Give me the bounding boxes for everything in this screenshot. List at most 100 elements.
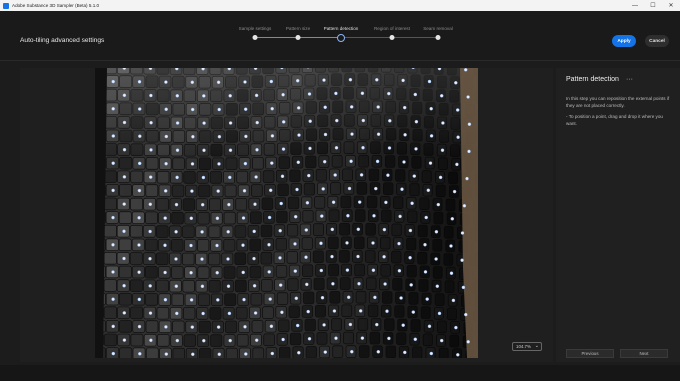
detection-point[interactable] (305, 201, 310, 205)
step-dot-seam-removal[interactable] (435, 35, 441, 40)
detection-point[interactable] (387, 91, 391, 96)
detection-point[interactable] (413, 92, 418, 97)
detection-point[interactable] (216, 189, 220, 193)
detection-point[interactable] (217, 107, 221, 112)
detection-point[interactable] (371, 241, 375, 245)
detection-point[interactable] (456, 353, 460, 357)
detection-point[interactable] (401, 78, 405, 83)
detection-point[interactable] (226, 230, 230, 234)
detection-point[interactable] (412, 174, 417, 178)
detection-point[interactable] (164, 134, 169, 139)
detection-point[interactable] (270, 134, 275, 138)
detection-point[interactable] (360, 91, 365, 96)
detection-point[interactable] (350, 132, 354, 136)
detection-point[interactable] (304, 255, 308, 259)
detection-point[interactable] (449, 244, 453, 248)
detection-point[interactable] (463, 68, 468, 72)
detection-point[interactable] (191, 352, 195, 357)
detection-point[interactable] (137, 216, 141, 220)
detection-point[interactable] (345, 268, 350, 272)
detection-point[interactable] (137, 80, 142, 84)
detection-point[interactable] (201, 175, 206, 180)
detection-point[interactable] (462, 204, 467, 208)
detection-point[interactable] (435, 284, 440, 288)
detection-point[interactable] (293, 269, 298, 273)
detection-point[interactable] (361, 145, 365, 150)
detection-point[interactable] (148, 175, 153, 179)
detection-point[interactable] (305, 282, 309, 287)
detection-point[interactable] (330, 254, 334, 259)
detection-point[interactable] (414, 119, 419, 124)
detection-point[interactable] (217, 134, 222, 139)
close-icon[interactable]: ✕ (662, 0, 680, 11)
detection-point[interactable] (454, 81, 458, 85)
detection-point[interactable] (345, 241, 349, 245)
detection-point[interactable] (335, 118, 339, 123)
detection-point[interactable] (414, 147, 418, 151)
detection-point[interactable] (243, 325, 247, 329)
detection-point[interactable] (322, 159, 327, 164)
detection-point[interactable] (137, 188, 142, 193)
detection-point[interactable] (216, 325, 221, 329)
detection-point[interactable] (148, 256, 152, 261)
detection-point[interactable] (323, 105, 327, 110)
detection-point[interactable] (424, 215, 428, 220)
detection-point[interactable] (215, 243, 219, 248)
step-label-pattern-detection[interactable]: Pattern detection (324, 26, 359, 31)
detection-point[interactable] (163, 297, 168, 302)
detection-point[interactable] (254, 93, 259, 98)
minimize-icon[interactable]: — (626, 0, 644, 11)
detection-point[interactable] (307, 173, 311, 178)
detection-point[interactable] (346, 295, 351, 300)
detection-point[interactable] (466, 95, 470, 99)
detection-point[interactable] (164, 161, 168, 166)
detection-point[interactable] (295, 323, 300, 328)
detection-point[interactable] (451, 298, 456, 303)
detection-point[interactable] (454, 325, 458, 330)
detection-point[interactable] (322, 323, 326, 327)
detection-point[interactable] (269, 79, 274, 84)
detection-point[interactable] (244, 134, 248, 139)
detection-point[interactable] (386, 173, 390, 177)
detection-point[interactable] (382, 255, 386, 259)
step-dot-pattern-size[interactable] (295, 35, 301, 40)
detection-point[interactable] (217, 352, 222, 357)
detection-point[interactable] (202, 94, 206, 98)
zoom-dropdown[interactable]: 104.7% ⌄ (512, 342, 542, 351)
detection-point[interactable] (148, 68, 153, 71)
detection-point[interactable] (466, 340, 470, 344)
detection-point[interactable] (227, 311, 232, 316)
detection-point[interactable] (296, 106, 301, 110)
detection-point[interactable] (358, 309, 363, 313)
detection-point[interactable] (465, 176, 469, 181)
detection-point[interactable] (200, 202, 205, 207)
detection-point[interactable] (111, 351, 116, 356)
detection-point[interactable] (111, 161, 115, 165)
detection-point[interactable] (111, 243, 115, 247)
detection-point[interactable] (375, 322, 379, 327)
detection-point[interactable] (322, 78, 326, 82)
detection-point[interactable] (441, 121, 445, 125)
detection-point[interactable] (320, 214, 324, 218)
detection-point[interactable] (122, 311, 127, 315)
detection-point[interactable] (408, 228, 413, 233)
detection-point[interactable] (138, 134, 142, 138)
detection-point[interactable] (423, 270, 428, 274)
detection-point[interactable] (308, 119, 312, 123)
detection-point[interactable] (174, 230, 178, 234)
detection-point[interactable] (149, 338, 153, 343)
detection-point[interactable] (111, 188, 115, 193)
detection-point[interactable] (467, 122, 472, 126)
detection-point[interactable] (200, 284, 205, 289)
detection-point[interactable] (375, 159, 380, 164)
detection-point[interactable] (243, 107, 248, 111)
detection-point[interactable] (201, 311, 205, 316)
detection-point[interactable] (200, 257, 204, 261)
detection-point[interactable] (252, 256, 256, 261)
detection-point[interactable] (411, 310, 416, 314)
detection-point[interactable] (452, 189, 457, 194)
detection-point[interactable] (428, 161, 433, 165)
detection-point[interactable] (296, 160, 301, 165)
detection-point[interactable] (163, 270, 167, 275)
detection-point[interactable] (402, 160, 406, 164)
